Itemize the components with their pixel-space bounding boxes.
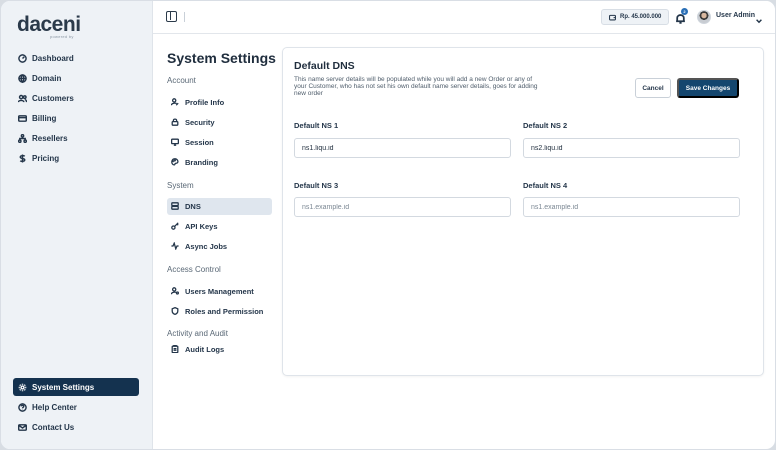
- user-edit-icon: [171, 98, 180, 107]
- balance-amount: Rp. 45.000.000: [620, 14, 662, 20]
- app-window: daceni powered by Dashboard Domain Custo…: [0, 0, 776, 450]
- settings-item-label: Branding: [185, 158, 218, 167]
- sidebar-item-label: Domain: [32, 73, 62, 83]
- monitor-icon: [171, 138, 180, 147]
- settings-item-label: DNS: [185, 202, 201, 211]
- wallet-icon: [609, 14, 616, 20]
- globe-icon: [18, 73, 27, 83]
- card-description: This name server details will be populat…: [294, 76, 538, 97]
- ns1-label: Default NS 1: [294, 121, 339, 130]
- settings-item-security[interactable]: Security: [167, 114, 272, 131]
- activity-icon: [171, 242, 180, 251]
- sidebar-toggle-icon[interactable]: [166, 11, 177, 22]
- settings-item-profile-info[interactable]: Profile Info: [167, 94, 272, 111]
- top-bar: Rp. 45.000.000 2 User Admin: [153, 1, 775, 34]
- avatar[interactable]: [697, 10, 711, 24]
- ns1-input[interactable]: [294, 138, 511, 158]
- settings-item-label: Async Jobs: [185, 242, 228, 251]
- cancel-button[interactable]: Cancel: [635, 78, 671, 98]
- settings-item-session[interactable]: Session: [167, 134, 272, 151]
- ns3-label: Default NS 3: [294, 181, 339, 190]
- sidebar-item-domain[interactable]: Domain: [13, 69, 139, 87]
- palette-icon: [171, 158, 180, 167]
- settings-group-system: System: [167, 181, 194, 190]
- ns2-label: Default NS 2: [523, 121, 568, 130]
- help-icon: [18, 402, 27, 412]
- user-cog-icon: [171, 287, 180, 296]
- settings-item-async-jobs[interactable]: Async Jobs: [167, 238, 272, 255]
- key-icon: [171, 222, 180, 231]
- ns2-input[interactable]: [523, 138, 740, 158]
- card-title: Default DNS: [294, 60, 355, 72]
- user-name[interactable]: User Admin: [716, 12, 755, 19]
- topbar-divider: [184, 12, 185, 22]
- settings-item-roles-and-permission[interactable]: Roles and Permission: [167, 303, 272, 320]
- dashboard-icon: [18, 53, 27, 63]
- shield-icon: [171, 307, 180, 316]
- settings-item-label: Session: [185, 138, 214, 147]
- balance-badge[interactable]: Rp. 45.000.000: [601, 9, 670, 25]
- sidebar-item-customers[interactable]: Customers: [13, 89, 139, 107]
- sidebar-item-label: Contact Us: [32, 422, 75, 432]
- sidebar-item-system-settings[interactable]: System Settings: [13, 378, 139, 396]
- sidebar-item-dashboard[interactable]: Dashboard: [13, 49, 139, 67]
- settings-item-api-keys[interactable]: API Keys: [167, 218, 272, 235]
- sidebar-item-help-center[interactable]: Help Center: [13, 398, 139, 416]
- settings-item-label: Users Management: [185, 287, 254, 296]
- settings-item-label: Profile Info: [185, 98, 225, 107]
- chevron-down-icon[interactable]: [755, 12, 764, 24]
- settings-group-access-control: Access Control: [167, 265, 221, 274]
- settings-item-users-management[interactable]: Users Management: [167, 283, 272, 300]
- notification-count-badge: 2: [681, 8, 688, 15]
- network-icon: [18, 133, 27, 143]
- sidebar-item-label: System Settings: [32, 382, 95, 392]
- settings-group-account: Account: [167, 76, 196, 85]
- ns3-input[interactable]: [294, 197, 511, 217]
- gear-icon: [18, 383, 27, 392]
- settings-item-label: API Keys: [185, 222, 218, 231]
- settings-item-audit-logs[interactable]: Audit Logs: [167, 341, 272, 358]
- sidebar-item-label: Pricing: [32, 153, 60, 163]
- sidebar-item-label: Resellers: [32, 133, 68, 143]
- main-sidebar: daceni powered by Dashboard Domain Custo…: [1, 1, 153, 449]
- mail-icon: [18, 423, 27, 432]
- settings-item-label: Roles and Permission: [185, 307, 264, 316]
- sidebar-item-label: Billing: [32, 113, 57, 123]
- sidebar-item-billing[interactable]: Billing: [13, 109, 139, 127]
- server-icon: [171, 202, 180, 211]
- sidebar-item-label: Dashboard: [32, 53, 74, 63]
- settings-item-label: Security: [185, 118, 215, 127]
- settings-item-label: Audit Logs: [185, 345, 225, 354]
- clipboard-icon: [171, 345, 180, 354]
- credit-card-icon: [18, 114, 27, 123]
- sidebar-item-pricing[interactable]: Pricing: [13, 149, 139, 167]
- save-changes-button[interactable]: Save Changes: [677, 78, 739, 98]
- lock-icon: [171, 118, 180, 127]
- dns-settings-card: Default DNS This name server details wil…: [282, 47, 764, 376]
- sidebar-item-label: Customers: [32, 93, 74, 103]
- notification-button[interactable]: 2: [675, 8, 688, 24]
- sidebar-item-resellers[interactable]: Resellers: [13, 129, 139, 147]
- sidebar-item-label: Help Center: [32, 402, 77, 412]
- users-icon: [18, 94, 27, 103]
- ns4-input[interactable]: [523, 197, 740, 217]
- settings-group-activity-audit: Activity and Audit: [167, 329, 228, 338]
- page-title: System Settings: [167, 50, 276, 66]
- settings-item-branding[interactable]: Branding: [167, 154, 272, 171]
- settings-item-dns[interactable]: DNS: [167, 198, 272, 215]
- sidebar-item-contact-us[interactable]: Contact Us: [13, 418, 139, 436]
- brand-tagline: powered by: [50, 34, 74, 39]
- ns4-label: Default NS 4: [523, 181, 568, 190]
- dollar-icon: [18, 153, 27, 163]
